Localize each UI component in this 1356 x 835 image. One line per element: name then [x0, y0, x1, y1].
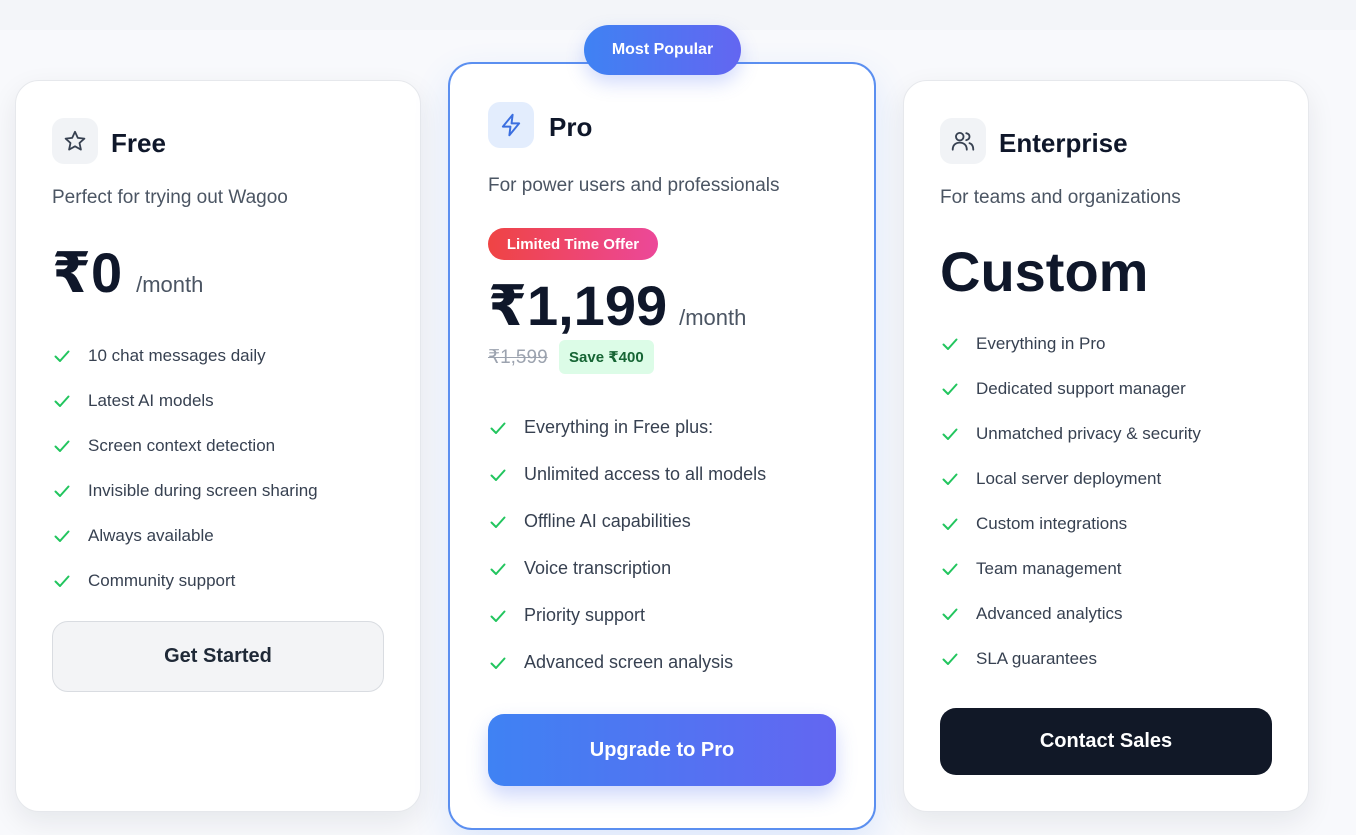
feature-item: Dedicated support manager — [940, 366, 1201, 411]
plan-price: ₹1,199 — [488, 274, 668, 337]
feature-text: Advanced screen analysis — [524, 652, 734, 672]
check-icon — [52, 526, 72, 546]
feature-item: 10 chat messages daily — [52, 333, 318, 378]
most-popular-badge: Most Popular — [584, 25, 741, 75]
feature-item: Voice transcription — [488, 545, 766, 592]
feature-text: Voice transcription — [524, 558, 672, 578]
feature-text: Unmatched privacy & security — [976, 423, 1201, 443]
feature-item: Priority support — [488, 592, 766, 639]
feature-text: Local server deployment — [976, 468, 1162, 488]
feature-item: Team management — [940, 546, 1201, 591]
feature-text: Custom integrations — [976, 513, 1128, 533]
feature-text: Priority support — [524, 605, 646, 625]
feature-item: Offline AI capabilities — [488, 498, 766, 545]
price-period: /month — [679, 305, 747, 330]
users-icon — [940, 118, 986, 164]
check-icon — [940, 424, 960, 444]
check-icon — [52, 481, 72, 501]
check-icon — [940, 559, 960, 579]
plan-card-free: Free Perfect for trying out Wagoo ₹0 /mo… — [15, 80, 421, 812]
feature-text: 10 chat messages daily — [88, 345, 266, 365]
feature-text: Offline AI capabilities — [524, 511, 691, 531]
feature-text: Invisible during screen sharing — [88, 480, 318, 500]
plan-description: For power users and professionals — [488, 175, 780, 196]
price-row: ₹1,199 /month — [488, 278, 746, 334]
feature-list: Everything in Free plus: Unlimited acces… — [488, 404, 766, 686]
original-price: ₹1,599 — [488, 347, 548, 368]
feature-item: Everything in Pro — [940, 321, 1201, 366]
check-icon — [488, 512, 508, 532]
feature-item: Community support — [52, 558, 318, 603]
feature-text: SLA guarantees — [976, 648, 1097, 668]
feature-text: Always available — [88, 525, 214, 545]
lightning-icon — [488, 102, 534, 148]
feature-item: Latest AI models — [52, 378, 318, 423]
check-icon — [940, 334, 960, 354]
plan-card-enterprise: Enterprise For teams and organizations C… — [903, 80, 1309, 812]
feature-list: Everything in Pro Dedicated support mana… — [940, 321, 1201, 681]
feature-item: Always available — [52, 513, 318, 558]
price-row: ₹0 /month — [52, 245, 203, 301]
plan-name: Pro — [549, 112, 593, 142]
check-icon — [52, 391, 72, 411]
feature-item: Advanced screen analysis — [488, 639, 766, 686]
feature-text: Screen context detection — [88, 435, 276, 455]
plan-price: ₹0 — [52, 241, 123, 304]
upgrade-to-pro-button[interactable]: Upgrade to Pro — [488, 714, 836, 786]
feature-item: Everything in Free plus: — [488, 404, 766, 451]
feature-text: Community support — [88, 570, 236, 590]
plan-card-pro: Pro For power users and professionals Li… — [448, 62, 876, 830]
feature-text: Dedicated support manager — [976, 378, 1186, 398]
plan-description: For teams and organizations — [940, 187, 1181, 208]
savings-badge: Save ₹400 — [559, 340, 654, 374]
star-icon — [52, 118, 98, 164]
get-started-button[interactable]: Get Started — [52, 621, 384, 692]
check-icon — [940, 604, 960, 624]
feature-item: SLA guarantees — [940, 636, 1201, 681]
check-icon — [52, 436, 72, 456]
plan-name: Enterprise — [999, 128, 1128, 158]
feature-item: Invisible during screen sharing — [52, 468, 318, 513]
feature-list: 10 chat messages daily Latest AI models … — [52, 333, 318, 603]
feature-text: Everything in Free plus: — [524, 417, 714, 437]
check-icon — [488, 606, 508, 626]
check-icon — [940, 379, 960, 399]
check-icon — [488, 465, 508, 485]
feature-text: Advanced analytics — [976, 603, 1123, 623]
check-icon — [940, 469, 960, 489]
limited-offer-badge: Limited Time Offer — [488, 228, 658, 260]
check-icon — [940, 649, 960, 669]
price-period: /month — [136, 272, 204, 297]
feature-text: Team management — [976, 558, 1122, 578]
check-icon — [488, 559, 508, 579]
feature-item: Screen context detection — [52, 423, 318, 468]
check-icon — [488, 418, 508, 438]
feature-item: Custom integrations — [940, 501, 1201, 546]
check-icon — [52, 571, 72, 591]
check-icon — [52, 346, 72, 366]
feature-text: Latest AI models — [88, 390, 214, 410]
feature-item: Advanced analytics — [940, 591, 1201, 636]
plan-price: Custom — [940, 240, 1149, 303]
feature-item: Local server deployment — [940, 456, 1201, 501]
feature-item: Unlimited access to all models — [488, 451, 766, 498]
feature-text: Unlimited access to all models — [524, 464, 767, 484]
contact-sales-button[interactable]: Contact Sales — [940, 708, 1272, 775]
plan-name: Free — [111, 128, 166, 158]
plan-description: Perfect for trying out Wagoo — [52, 187, 288, 208]
check-icon — [940, 514, 960, 534]
feature-item: Unmatched privacy & security — [940, 411, 1201, 456]
feature-text: Everything in Pro — [976, 333, 1106, 353]
check-icon — [488, 653, 508, 673]
